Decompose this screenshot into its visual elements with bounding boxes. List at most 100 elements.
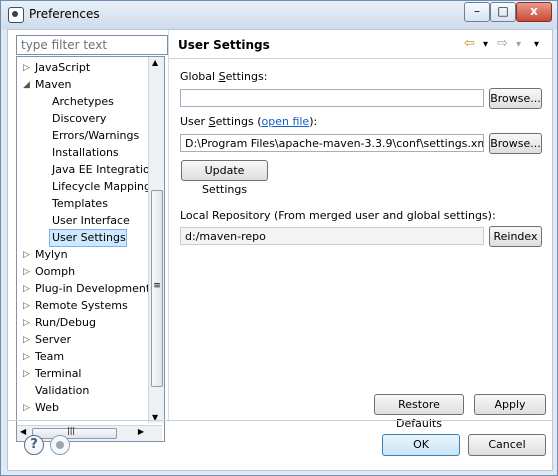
tree-item-label: Templates bbox=[52, 197, 108, 210]
apply-button[interactable]: Apply bbox=[474, 394, 546, 415]
tree-item-plug-in-development[interactable]: ▷ Plug-in Development bbox=[17, 281, 151, 297]
tree-item-maven[interactable]: ◢ Maven bbox=[17, 77, 147, 93]
user-settings-label: User Settings (open file): bbox=[180, 115, 317, 128]
tree-item-label: Java EE Integration bbox=[52, 163, 157, 176]
scroll-up-icon[interactable]: ▲ bbox=[152, 58, 158, 67]
tree-item-label: Maven bbox=[35, 78, 72, 91]
expand-arrow-icon[interactable]: ▷ bbox=[23, 400, 30, 416]
open-file-link[interactable]: open file bbox=[262, 115, 310, 128]
user-settings-field[interactable]: D:\Program Files\apache-maven-3.3.9\conf… bbox=[180, 134, 484, 152]
tree-item-label: Lifecycle Mappings bbox=[52, 180, 157, 193]
tree-item-validation[interactable]: Validation bbox=[17, 383, 147, 399]
expand-arrow-icon[interactable]: ▷ bbox=[23, 247, 30, 263]
grip-icon: ≡ bbox=[153, 281, 161, 291]
tree-item-label: Server bbox=[35, 333, 72, 346]
expand-arrow-icon[interactable]: ▷ bbox=[23, 60, 30, 76]
horizontal-scroll-thumb[interactable]: ||| bbox=[32, 426, 117, 439]
cancel-button[interactable]: Cancel bbox=[468, 434, 546, 456]
label-text: ettings ( bbox=[215, 115, 262, 128]
tree-item-label: Terminal bbox=[35, 367, 82, 380]
global-settings-field[interactable] bbox=[180, 89, 484, 107]
tree-item-run-debug[interactable]: ▷ Run/Debug bbox=[17, 315, 147, 331]
page-title: User Settings bbox=[178, 38, 270, 52]
tree-item-oomph[interactable]: ▷ Oomph bbox=[17, 264, 147, 280]
help-icon[interactable]: ? bbox=[24, 435, 44, 455]
footer-divider bbox=[8, 420, 552, 421]
back-history-dropdown-icon[interactable]: ▾ bbox=[483, 39, 488, 50]
tree-item-remote-systems[interactable]: ▷ Remote Systems bbox=[17, 298, 147, 314]
expand-arrow-icon[interactable]: ▷ bbox=[23, 281, 30, 297]
expand-arrow-icon[interactable]: ▷ bbox=[23, 349, 30, 365]
preferences-tree[interactable]: ▷ JavaScript ◢ Maven Archetypes Discover… bbox=[16, 56, 165, 442]
tree-item-label: Mylyn bbox=[35, 248, 68, 261]
expand-arrow-icon[interactable]: ▷ bbox=[23, 332, 30, 348]
tree-item-label: Installations bbox=[52, 146, 119, 159]
forward-arrow-icon[interactable]: ⇨ bbox=[497, 36, 508, 51]
tree-item-mylyn[interactable]: ▷ Mylyn bbox=[17, 247, 147, 263]
tree-item-javascript[interactable]: ▷ JavaScript bbox=[17, 60, 147, 76]
tree-item-label: Team bbox=[35, 350, 65, 363]
expand-arrow-icon[interactable]: ▷ bbox=[23, 366, 30, 382]
tree-item-templates[interactable]: Templates bbox=[17, 196, 147, 212]
expand-arrow-icon[interactable]: ▷ bbox=[23, 315, 30, 331]
global-settings-label: Global Settings: bbox=[180, 70, 267, 83]
close-button[interactable]: x bbox=[516, 2, 552, 22]
header-divider bbox=[169, 58, 552, 59]
forward-history-dropdown-icon[interactable]: ▾ bbox=[516, 39, 521, 50]
ok-button[interactable]: OK bbox=[382, 434, 460, 456]
back-arrow-icon[interactable]: ⇦ bbox=[464, 36, 475, 51]
view-menu-icon[interactable]: ▾ bbox=[534, 39, 539, 50]
user-browse-button[interactable]: Browse... bbox=[489, 133, 542, 154]
tree-item-discovery[interactable]: Discovery bbox=[17, 111, 147, 127]
tree-item-user-interface[interactable]: User Interface bbox=[17, 213, 147, 229]
tree-item-label: Errors/Warnings bbox=[52, 129, 140, 142]
tree-item-label: User Settings bbox=[52, 231, 126, 244]
record-icon[interactable] bbox=[50, 435, 70, 455]
tree-item-lifecycle-mappings[interactable]: Lifecycle Mappings bbox=[17, 179, 157, 195]
mnemonic: S bbox=[218, 70, 226, 83]
expand-arrow-icon[interactable]: ▷ bbox=[23, 298, 30, 314]
tree-item-web[interactable]: ▷ Web bbox=[17, 400, 147, 416]
eclipse-icon bbox=[8, 7, 24, 23]
tree-item-team[interactable]: ▷ Team bbox=[17, 349, 147, 365]
vertical-scroll-thumb[interactable]: ≡ bbox=[151, 190, 163, 387]
window-title: Preferences bbox=[29, 7, 100, 21]
grip-icon: ||| bbox=[67, 426, 76, 435]
tree-item-errors-warnings[interactable]: Errors/Warnings bbox=[17, 128, 147, 144]
expand-arrow-icon[interactable]: ▷ bbox=[23, 264, 30, 280]
tree-item-label: User Interface bbox=[52, 214, 130, 227]
tree-item-archetypes[interactable]: Archetypes bbox=[17, 94, 147, 110]
tree-item-label: JavaScript bbox=[35, 61, 91, 74]
tree-item-installations[interactable]: Installations bbox=[17, 145, 147, 161]
tree-item-label: Discovery bbox=[52, 112, 107, 125]
tree-item-label: Run/Debug bbox=[35, 316, 96, 329]
preferences-content: ▷ JavaScript ◢ Maven Archetypes Discover… bbox=[7, 29, 553, 471]
tree-item-label: Archetypes bbox=[52, 95, 114, 108]
local-repository-label: Local Repository (From merged user and g… bbox=[180, 209, 496, 222]
label-text: User bbox=[180, 115, 209, 128]
preferences-window: Preferences – □ x ▷ JavaScript ◢ Maven A… bbox=[0, 0, 558, 476]
restore-defaults-button[interactable]: Restore Defaults bbox=[374, 394, 464, 430]
scroll-right-icon[interactable]: ▶ bbox=[138, 427, 144, 436]
tree-vertical-scrollbar[interactable]: ▲ ≡ ▼ bbox=[148, 57, 164, 423]
minimize-button[interactable]: – bbox=[464, 2, 490, 22]
label-text: ettings: bbox=[225, 70, 268, 83]
tree-item-label: Plug-in Development bbox=[35, 282, 151, 295]
tree-item-terminal[interactable]: ▷ Terminal bbox=[17, 366, 147, 382]
update-settings-button[interactable]: Update Settings bbox=[181, 160, 268, 196]
tree-item-label: Validation bbox=[35, 384, 90, 397]
tree-item-label: Remote Systems bbox=[35, 299, 128, 312]
title-bar[interactable]: Preferences – □ x bbox=[1, 1, 557, 29]
tree-item-user-settings[interactable]: User Settings bbox=[49, 229, 127, 247]
local-repository-field: d:/maven-repo bbox=[180, 227, 484, 245]
tree-item-server[interactable]: ▷ Server bbox=[17, 332, 147, 348]
global-browse-button[interactable]: Browse... bbox=[489, 88, 542, 109]
reindex-button[interactable]: Reindex bbox=[489, 226, 542, 247]
filter-input[interactable] bbox=[16, 35, 168, 55]
label-text: ): bbox=[309, 115, 318, 128]
tree-item-java-ee-integration[interactable]: Java EE Integration bbox=[17, 162, 157, 178]
collapse-arrow-icon[interactable]: ◢ bbox=[23, 77, 30, 93]
tree-item-label: Oomph bbox=[35, 265, 76, 278]
scroll-left-icon[interactable]: ◀ bbox=[20, 427, 26, 436]
maximize-button[interactable]: □ bbox=[490, 2, 516, 22]
